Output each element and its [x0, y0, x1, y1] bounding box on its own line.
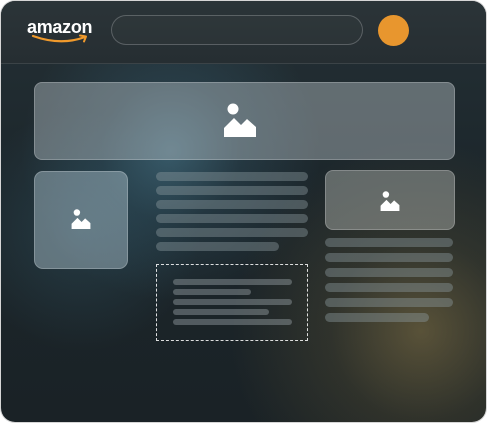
amazon-smile-icon	[31, 34, 87, 43]
text-line	[156, 228, 308, 237]
text-line	[156, 242, 279, 251]
text-line	[173, 319, 292, 325]
text-line	[173, 309, 269, 315]
hero-image-placeholder[interactable]	[34, 82, 455, 160]
site-header: amazon	[1, 1, 486, 64]
image-placeholder-icon	[380, 191, 400, 211]
text-line	[156, 186, 308, 195]
image-placeholder-icon	[71, 209, 91, 229]
browser-window: amazon	[1, 1, 486, 422]
text-line	[156, 200, 308, 209]
search-input[interactable]	[112, 16, 113, 17]
text-line	[325, 253, 453, 262]
search-bar[interactable]	[111, 15, 363, 45]
avatar[interactable]	[378, 15, 409, 46]
text-line	[325, 283, 453, 292]
amazon-logo[interactable]: amazon	[27, 17, 97, 45]
text-line	[173, 279, 292, 285]
text-line	[325, 313, 429, 322]
left-image-placeholder[interactable]	[34, 171, 128, 269]
text-line	[173, 299, 292, 305]
text-line	[325, 298, 453, 307]
selected-content-block[interactable]	[156, 264, 308, 341]
text-line	[325, 238, 453, 247]
image-placeholder-icon	[224, 103, 256, 137]
text-line	[173, 289, 251, 295]
right-image-placeholder[interactable]	[325, 170, 455, 230]
text-line	[156, 172, 308, 181]
text-line	[156, 214, 308, 223]
text-line	[325, 268, 453, 277]
